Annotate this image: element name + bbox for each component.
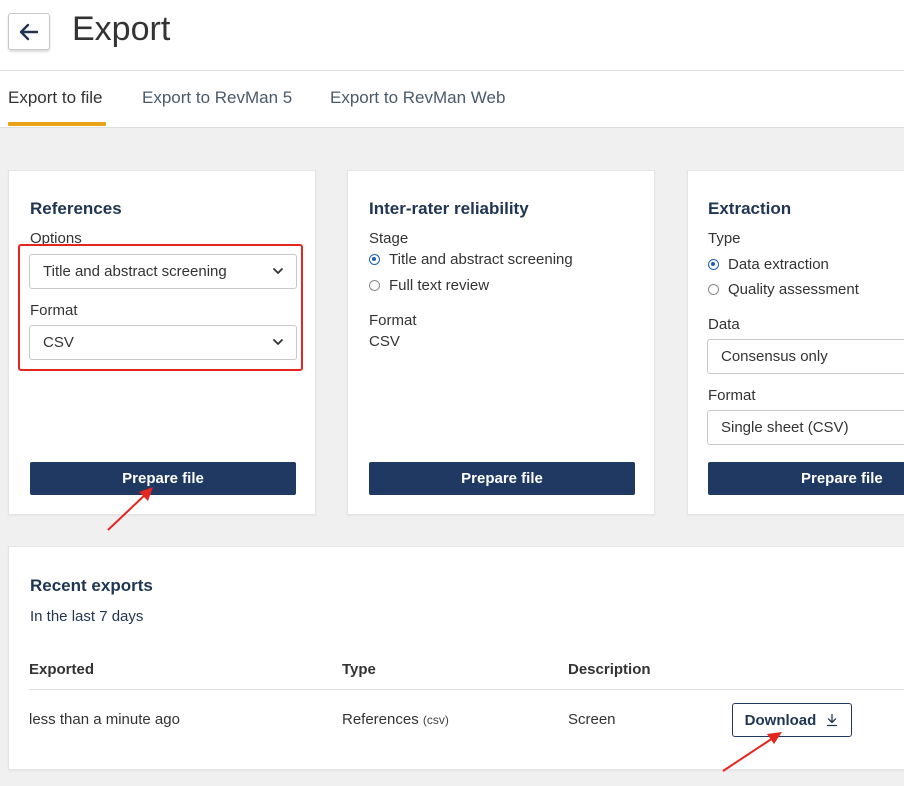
stage-option-title-abstract[interactable]: Title and abstract screening <box>369 251 573 268</box>
data-select-value: Consensus only <box>721 348 828 365</box>
tab-export-to-revman-web[interactable]: Export to RevMan Web <box>330 88 505 108</box>
column-header-type: Type <box>342 661 376 678</box>
references-prepare-file-button[interactable]: Prepare file <box>30 462 296 495</box>
arrow-left-icon <box>19 23 39 40</box>
extraction-card: Extraction Type Data extraction Quality … <box>687 170 904 515</box>
stage-option-label: Full text review <box>389 277 490 294</box>
stage-option-label: Title and abstract screening <box>389 251 573 268</box>
stage-label: Stage <box>369 230 409 247</box>
tab-bar: Export to file Export to RevMan 5 Export… <box>0 71 904 128</box>
row-type: References (csv) <box>342 711 449 728</box>
extraction-format-select-value: Single sheet (CSV) <box>721 419 849 436</box>
data-select[interactable]: Consensus only <box>707 339 904 374</box>
row-type-suffix: (csv) <box>422 713 449 727</box>
download-button-label: Download <box>744 711 817 729</box>
extraction-format-select[interactable]: Single sheet (CSV) <box>707 410 904 445</box>
top-bar: Export <box>0 0 904 71</box>
data-label: Data <box>708 316 740 333</box>
radio-unchecked-icon <box>708 284 719 295</box>
active-tab-indicator <box>8 122 106 126</box>
references-title: References <box>30 199 122 218</box>
stage-option-full-text[interactable]: Full text review <box>369 277 489 294</box>
download-icon <box>827 713 838 727</box>
recent-exports-title: Recent exports <box>30 576 153 595</box>
table-divider <box>29 689 904 690</box>
row-exported: less than a minute ago <box>29 711 180 728</box>
tab-export-to-revman-5[interactable]: Export to RevMan 5 <box>142 88 292 108</box>
type-label: Type <box>708 230 741 247</box>
column-header-exported: Exported <box>29 661 95 678</box>
extraction-prepare-file-button[interactable]: Prepare file <box>708 462 904 495</box>
annotation-highlight-box <box>18 244 303 371</box>
tab-export-to-file[interactable]: Export to file <box>8 88 103 108</box>
type-option-data-extraction[interactable]: Data extraction <box>708 256 829 273</box>
type-option-label: Quality assessment <box>728 281 859 298</box>
irr-prepare-file-button[interactable]: Prepare file <box>369 462 635 495</box>
radio-unchecked-icon <box>369 280 380 291</box>
column-header-description: Description <box>568 661 651 678</box>
inter-rater-reliability-card: Inter-rater reliability Stage Title and … <box>347 170 655 515</box>
extraction-title: Extraction <box>708 199 792 218</box>
type-option-label: Data extraction <box>728 256 829 273</box>
recent-exports-subtitle: In the last 7 days <box>30 608 144 625</box>
download-button[interactable]: Download <box>732 703 852 737</box>
irr-format-label: Format <box>369 312 417 329</box>
irr-title: Inter-rater reliability <box>369 199 529 218</box>
page-title: Export <box>72 10 171 48</box>
radio-checked-icon <box>708 259 719 270</box>
row-description: Screen <box>568 711 616 728</box>
radio-checked-icon <box>369 254 380 265</box>
back-button[interactable] <box>8 13 50 50</box>
row-type-label: References <box>342 711 419 728</box>
extraction-format-label: Format <box>708 387 756 404</box>
irr-format-value: CSV <box>369 333 400 350</box>
type-option-quality-assessment[interactable]: Quality assessment <box>708 281 859 298</box>
